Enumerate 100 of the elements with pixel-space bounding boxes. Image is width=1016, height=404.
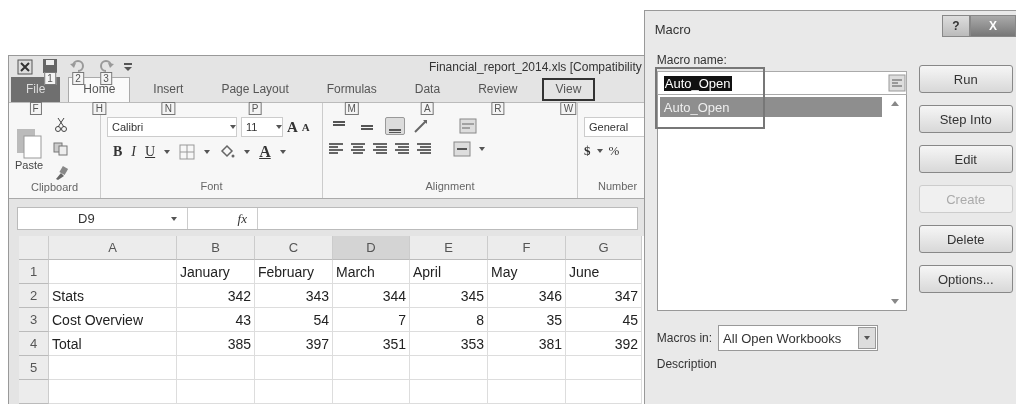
table-cell: 347 [566, 284, 642, 308]
table-cell: Cost Overview [49, 308, 177, 332]
table-cell: 342 [177, 284, 255, 308]
copy-icon[interactable] [53, 141, 70, 158]
excel-icon[interactable] [17, 58, 33, 75]
macro-name-field[interactable]: Auto_Open [656, 71, 907, 95]
keytip: P [248, 102, 262, 116]
column-header[interactable]: C [255, 236, 333, 260]
align-right-icon[interactable] [373, 143, 387, 156]
dialog-button[interactable]: Run [918, 65, 1013, 93]
caret-icon [244, 150, 251, 155]
table-cell: 43 [177, 308, 255, 332]
keytip: A [421, 102, 434, 116]
table-cell: 353 [410, 332, 488, 356]
description-label: Description [656, 357, 718, 371]
keytip: W [560, 102, 577, 116]
table-cell: 351 [333, 332, 410, 356]
shrink-font-button[interactable]: A [301, 121, 310, 134]
save-icon[interactable] [42, 57, 58, 74]
percent-button[interactable]: % [608, 143, 620, 160]
row-header[interactable]: 5 [19, 356, 49, 380]
row-header[interactable]: 3 [19, 308, 49, 332]
group-label: Font [199, 180, 224, 195]
table-cell: 381 [488, 332, 566, 356]
ribbon-tab[interactable]: Page Layout [206, 77, 304, 103]
table-cell: June [566, 260, 642, 284]
caret-icon [596, 149, 603, 154]
column-header[interactable]: G [566, 236, 642, 260]
row-header[interactable]: 4 [19, 332, 49, 356]
currency-button[interactable]: $ [584, 143, 591, 160]
table-cell: March [333, 260, 410, 284]
ribbon-tab[interactable]: View [540, 77, 597, 103]
field-label: Macro name: [656, 53, 728, 69]
keytip: 2 [72, 71, 84, 85]
customize-toolbar-icon[interactable] [123, 60, 133, 73]
table-cell: February [255, 260, 333, 284]
dialog-button[interactable]: Step Into [918, 105, 1013, 133]
table-cell: 392 [566, 332, 642, 356]
caret-icon [276, 125, 282, 130]
merge-cells-icon[interactable] [453, 141, 471, 158]
keytip: N [161, 102, 175, 116]
keytip: F [29, 102, 42, 116]
ribbon-tab[interactable]: Review [463, 77, 533, 103]
table-cell: 54 [255, 308, 333, 332]
undo-icon[interactable] [70, 57, 86, 74]
brush-icon[interactable] [53, 165, 70, 182]
ribbon-tab[interactable]: Data [399, 77, 456, 103]
table-cell: Total [49, 332, 177, 356]
help-button[interactable]: ? [942, 15, 970, 37]
underline-button[interactable]: U [145, 144, 156, 161]
scroll-down-icon[interactable] [890, 299, 899, 304]
table-cell: 385 [177, 332, 255, 356]
group-label: Alignment [424, 180, 476, 195]
ribbon-tab[interactable]: Insert [138, 77, 199, 103]
orientation-icon[interactable] [413, 118, 429, 135]
align-left-icon[interactable] [329, 143, 343, 156]
dialog-title: Macro [654, 21, 692, 37]
font-color-button[interactable]: A [259, 143, 271, 162]
table-cell: 397 [255, 332, 333, 356]
dialog-button[interactable]: Options... [918, 265, 1013, 293]
decrease-indent-icon[interactable] [395, 143, 409, 156]
keytip: 3 [100, 71, 112, 85]
table-cell: 8 [410, 308, 488, 332]
keytip: 1 [44, 71, 56, 85]
font-name-field[interactable]: Calibri [107, 117, 237, 138]
grow-font-button[interactable]: A [287, 118, 298, 136]
dialog-button[interactable]: Delete [918, 225, 1013, 253]
row-header[interactable]: 1 [19, 260, 49, 284]
group-label: Number [597, 180, 639, 195]
number-format-field[interactable]: General [584, 117, 644, 138]
column-header[interactable]: A [49, 236, 177, 260]
align-center-icon[interactable] [351, 143, 365, 156]
table-cell: 344 [333, 284, 410, 308]
dialog-button[interactable]: Edit [918, 145, 1013, 173]
scroll-up-icon[interactable] [890, 101, 899, 106]
caret-icon [164, 150, 171, 155]
row-header[interactable]: 2 [19, 284, 49, 308]
table-cell: April [410, 260, 488, 284]
keytip: H [92, 102, 106, 116]
column-header[interactable]: B [177, 236, 255, 260]
bold-button[interactable]: B [113, 144, 123, 161]
caret-icon [279, 150, 286, 155]
collapse-dialog-icon[interactable] [887, 74, 906, 92]
table-cell: 346 [488, 284, 566, 308]
ribbon-tab[interactable]: Formulas [311, 77, 392, 103]
column-header[interactable]: D [333, 236, 410, 260]
scissors-icon[interactable] [53, 117, 70, 134]
caret-icon [204, 150, 211, 155]
paste-button[interactable]: Paste [15, 159, 44, 172]
italic-button[interactable]: I [131, 144, 136, 161]
column-header[interactable]: F [488, 236, 566, 260]
keytip: M [344, 102, 359, 116]
font-size-field[interactable]: 11 [241, 117, 283, 138]
caret-icon [479, 147, 485, 152]
column-header[interactable]: E [410, 236, 488, 260]
redo-icon[interactable] [98, 57, 114, 74]
table-cell: Stats [49, 284, 177, 308]
macros-in-dropdown[interactable]: All Open Workbooks [718, 325, 879, 351]
field-label: Macros in: [656, 331, 713, 345]
increase-indent-icon[interactable] [417, 143, 431, 156]
